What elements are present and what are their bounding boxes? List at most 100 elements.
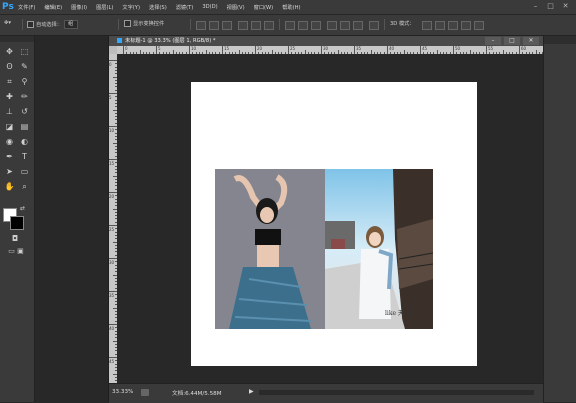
path-select-icon[interactable]: ➤ bbox=[3, 166, 16, 177]
document-canvas[interactable]: like 天·美 bbox=[191, 82, 477, 366]
crop-icon[interactable]: ⌗ bbox=[3, 76, 16, 87]
align-right-icon[interactable] bbox=[264, 21, 274, 30]
background-color-swatch[interactable] bbox=[10, 216, 24, 230]
lasso-icon[interactable]: ʘ bbox=[3, 61, 16, 72]
3d-drag-icon[interactable] bbox=[448, 21, 458, 30]
divider bbox=[118, 19, 119, 30]
photo-signature: like 天·美 bbox=[385, 309, 412, 317]
hand-icon[interactable]: ✋ bbox=[3, 181, 16, 192]
blur-icon[interactable]: ◉ bbox=[3, 136, 16, 147]
ruler-origin[interactable] bbox=[109, 46, 117, 54]
ruler-label: 55 bbox=[488, 46, 494, 51]
menu-select[interactable]: 选择(S) bbox=[149, 4, 167, 11]
eyedropper-icon[interactable]: ⚲ bbox=[18, 76, 31, 87]
swap-colors-icon[interactable]: ⇄ bbox=[20, 206, 27, 212]
menu-window[interactable]: 窗口(W) bbox=[254, 4, 274, 11]
move-icon[interactable]: ✥ bbox=[3, 46, 16, 57]
auto-select-checkbox[interactable] bbox=[27, 21, 34, 28]
3d-scale-icon[interactable] bbox=[474, 21, 484, 30]
zoom-level[interactable]: 33.33% bbox=[112, 389, 133, 395]
right-panel-header[interactable] bbox=[544, 36, 576, 44]
history-brush-icon[interactable]: ↺ bbox=[18, 106, 31, 117]
distribute-left-icon[interactable] bbox=[327, 21, 337, 30]
menu-file[interactable]: 文件(F) bbox=[18, 4, 35, 11]
pen-icon[interactable]: ✒ bbox=[3, 151, 16, 162]
align-hcenter-icon[interactable] bbox=[251, 21, 261, 30]
status-menu-arrow-icon[interactable]: ▶ bbox=[249, 388, 254, 395]
align-bottom-icon[interactable] bbox=[222, 21, 232, 30]
divider bbox=[384, 19, 385, 30]
doc-minimize-icon[interactable]: – bbox=[485, 37, 501, 45]
ruler-label: 35 bbox=[356, 46, 362, 51]
menu-filter[interactable]: 滤镜(T) bbox=[176, 4, 194, 11]
close-icon[interactable]: ✕ bbox=[561, 2, 570, 11]
menu-type[interactable]: 文字(Y) bbox=[122, 4, 140, 11]
eraser-icon[interactable]: ◪ bbox=[3, 121, 16, 132]
ruler-label: 0 bbox=[109, 62, 112, 67]
align-left-icon[interactable] bbox=[238, 21, 248, 30]
transform-controls-option[interactable]: 显示变换控件 bbox=[124, 20, 164, 27]
distribute-top-icon[interactable] bbox=[285, 21, 295, 30]
maximize-icon[interactable]: □ bbox=[546, 2, 555, 11]
ruler-tick bbox=[420, 46, 421, 54]
document-tab[interactable]: 未标题-1 @ 33.3% (图层 1, RGB/8) * bbox=[113, 37, 220, 45]
ruler-label: 20 bbox=[109, 194, 115, 199]
gradient-icon[interactable]: ▤ bbox=[18, 121, 31, 132]
status-info-icon[interactable] bbox=[141, 389, 149, 396]
screen-mode-icon[interactable]: ▭ ▣ bbox=[2, 246, 30, 256]
distribute-bottom-icon[interactable] bbox=[311, 21, 321, 30]
ruler-label: 45 bbox=[422, 46, 428, 51]
type-icon[interactable]: T bbox=[18, 151, 31, 162]
ruler-label: 40 bbox=[109, 326, 115, 331]
distribute-vcenter-icon[interactable] bbox=[298, 21, 308, 30]
marquee-icon[interactable]: ⬚ bbox=[18, 46, 31, 57]
move-tool-preset-icon[interactable]: ✥▾ bbox=[4, 20, 11, 26]
minimize-icon[interactable]: – bbox=[531, 2, 540, 11]
auto-select-dropdown[interactable]: 组 bbox=[63, 20, 78, 29]
ruler-tick bbox=[453, 46, 454, 54]
align-vcenter-icon[interactable] bbox=[209, 21, 219, 30]
healing-brush-icon[interactable]: ✚ bbox=[3, 91, 16, 102]
distribute-right-icon[interactable] bbox=[353, 21, 363, 30]
divider bbox=[279, 19, 280, 30]
photo-dancer bbox=[215, 169, 325, 329]
transform-controls-checkbox[interactable] bbox=[124, 20, 131, 27]
3d-slide-icon[interactable] bbox=[461, 21, 471, 30]
menu-view[interactable]: 视图(V) bbox=[227, 4, 245, 11]
window-controls: – □ ✕ bbox=[531, 2, 570, 11]
brush-icon[interactable]: ✏ bbox=[18, 91, 31, 102]
auto-select-option[interactable]: 自动选择： 组 bbox=[27, 20, 78, 29]
menu-layer[interactable]: 图层(L) bbox=[96, 4, 113, 11]
ruler-tick bbox=[109, 60, 117, 61]
distribute-hcenter-icon[interactable] bbox=[340, 21, 350, 30]
ruler-tick bbox=[123, 46, 124, 54]
doc-close-icon[interactable]: ✕ bbox=[523, 37, 539, 45]
doc-maximize-icon[interactable]: □ bbox=[504, 37, 520, 45]
ruler-label: 40 bbox=[389, 46, 395, 51]
transform-controls-label: 显示变换控件 bbox=[133, 21, 165, 27]
vertical-ruler[interactable]: 0 5 10 15 20 25 30 35 40 45 bbox=[109, 54, 117, 388]
zoom-icon[interactable]: ⌕ bbox=[18, 181, 31, 192]
horizontal-ruler[interactable]: 0 5 10 15 20 25 30 35 40 45 50 55 60 bbox=[117, 46, 550, 54]
ruler-tick bbox=[109, 159, 117, 160]
horizontal-scrollbar[interactable] bbox=[259, 390, 534, 395]
menu-help[interactable]: 帮助(H) bbox=[282, 4, 300, 11]
ruler-tick bbox=[109, 93, 117, 94]
quick-mask-icon[interactable]: ◘ bbox=[8, 234, 22, 244]
clone-stamp-icon[interactable]: ⊥ bbox=[3, 106, 16, 117]
canvas-area[interactable]: like 天·美 bbox=[117, 54, 543, 383]
menu-items: 文件(F) 编辑(E) 图像(I) 图层(L) 文字(Y) 选择(S) 滤镜(T… bbox=[18, 0, 301, 14]
3d-rotate-icon[interactable] bbox=[422, 21, 432, 30]
3d-roll-icon[interactable] bbox=[435, 21, 445, 30]
menu-image[interactable]: 图像(I) bbox=[71, 4, 87, 11]
menu-3d[interactable]: 3D(D) bbox=[202, 4, 217, 10]
shape-icon[interactable]: ▭ bbox=[18, 166, 31, 177]
divider bbox=[22, 19, 23, 30]
dodge-icon[interactable]: ◐ bbox=[18, 136, 31, 147]
auto-align-icon[interactable] bbox=[369, 21, 379, 30]
menu-edit[interactable]: 编辑(E) bbox=[44, 4, 62, 11]
status-bar: 33.33% 文档:6.44M/5.58M ▶ bbox=[109, 383, 543, 403]
quick-select-icon[interactable]: ✎ bbox=[18, 61, 31, 72]
tools-panel-header[interactable] bbox=[0, 36, 34, 42]
align-top-icon[interactable] bbox=[196, 21, 206, 30]
